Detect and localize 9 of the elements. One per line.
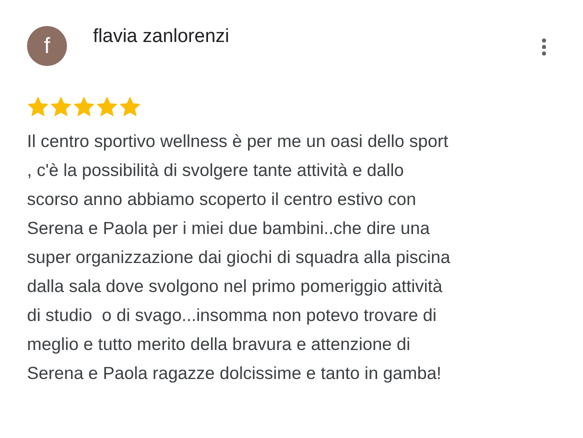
- more-options-icon[interactable]: [541, 38, 547, 56]
- avatar: f: [27, 26, 67, 66]
- author-name: flavia zanlorenzi: [93, 26, 230, 48]
- star-icon: [73, 96, 95, 117]
- review-text: Il centro sportivo wellness è per me un oasi dello sport , c'è la possibilità di svolgere tante attività e dallo scorso anno abbiamo scoperto il centro estivo con Serena e Paola per i miei due bambini..che dire una super organizzazione dai giochi di squadra alla piscina dalla sala dove svolgono nel primo pomeriggio attività di studio o di svago...insomma non potevo trovare di meglio e tutto merito della bravura e attenzione di Serena e Paola ragazze dolcissime e tanto in gamba!: [27, 130, 452, 385]
- star-icon: [96, 96, 118, 117]
- star-icon: [27, 96, 49, 117]
- star-icon: [119, 96, 141, 117]
- star-icon: [50, 96, 72, 117]
